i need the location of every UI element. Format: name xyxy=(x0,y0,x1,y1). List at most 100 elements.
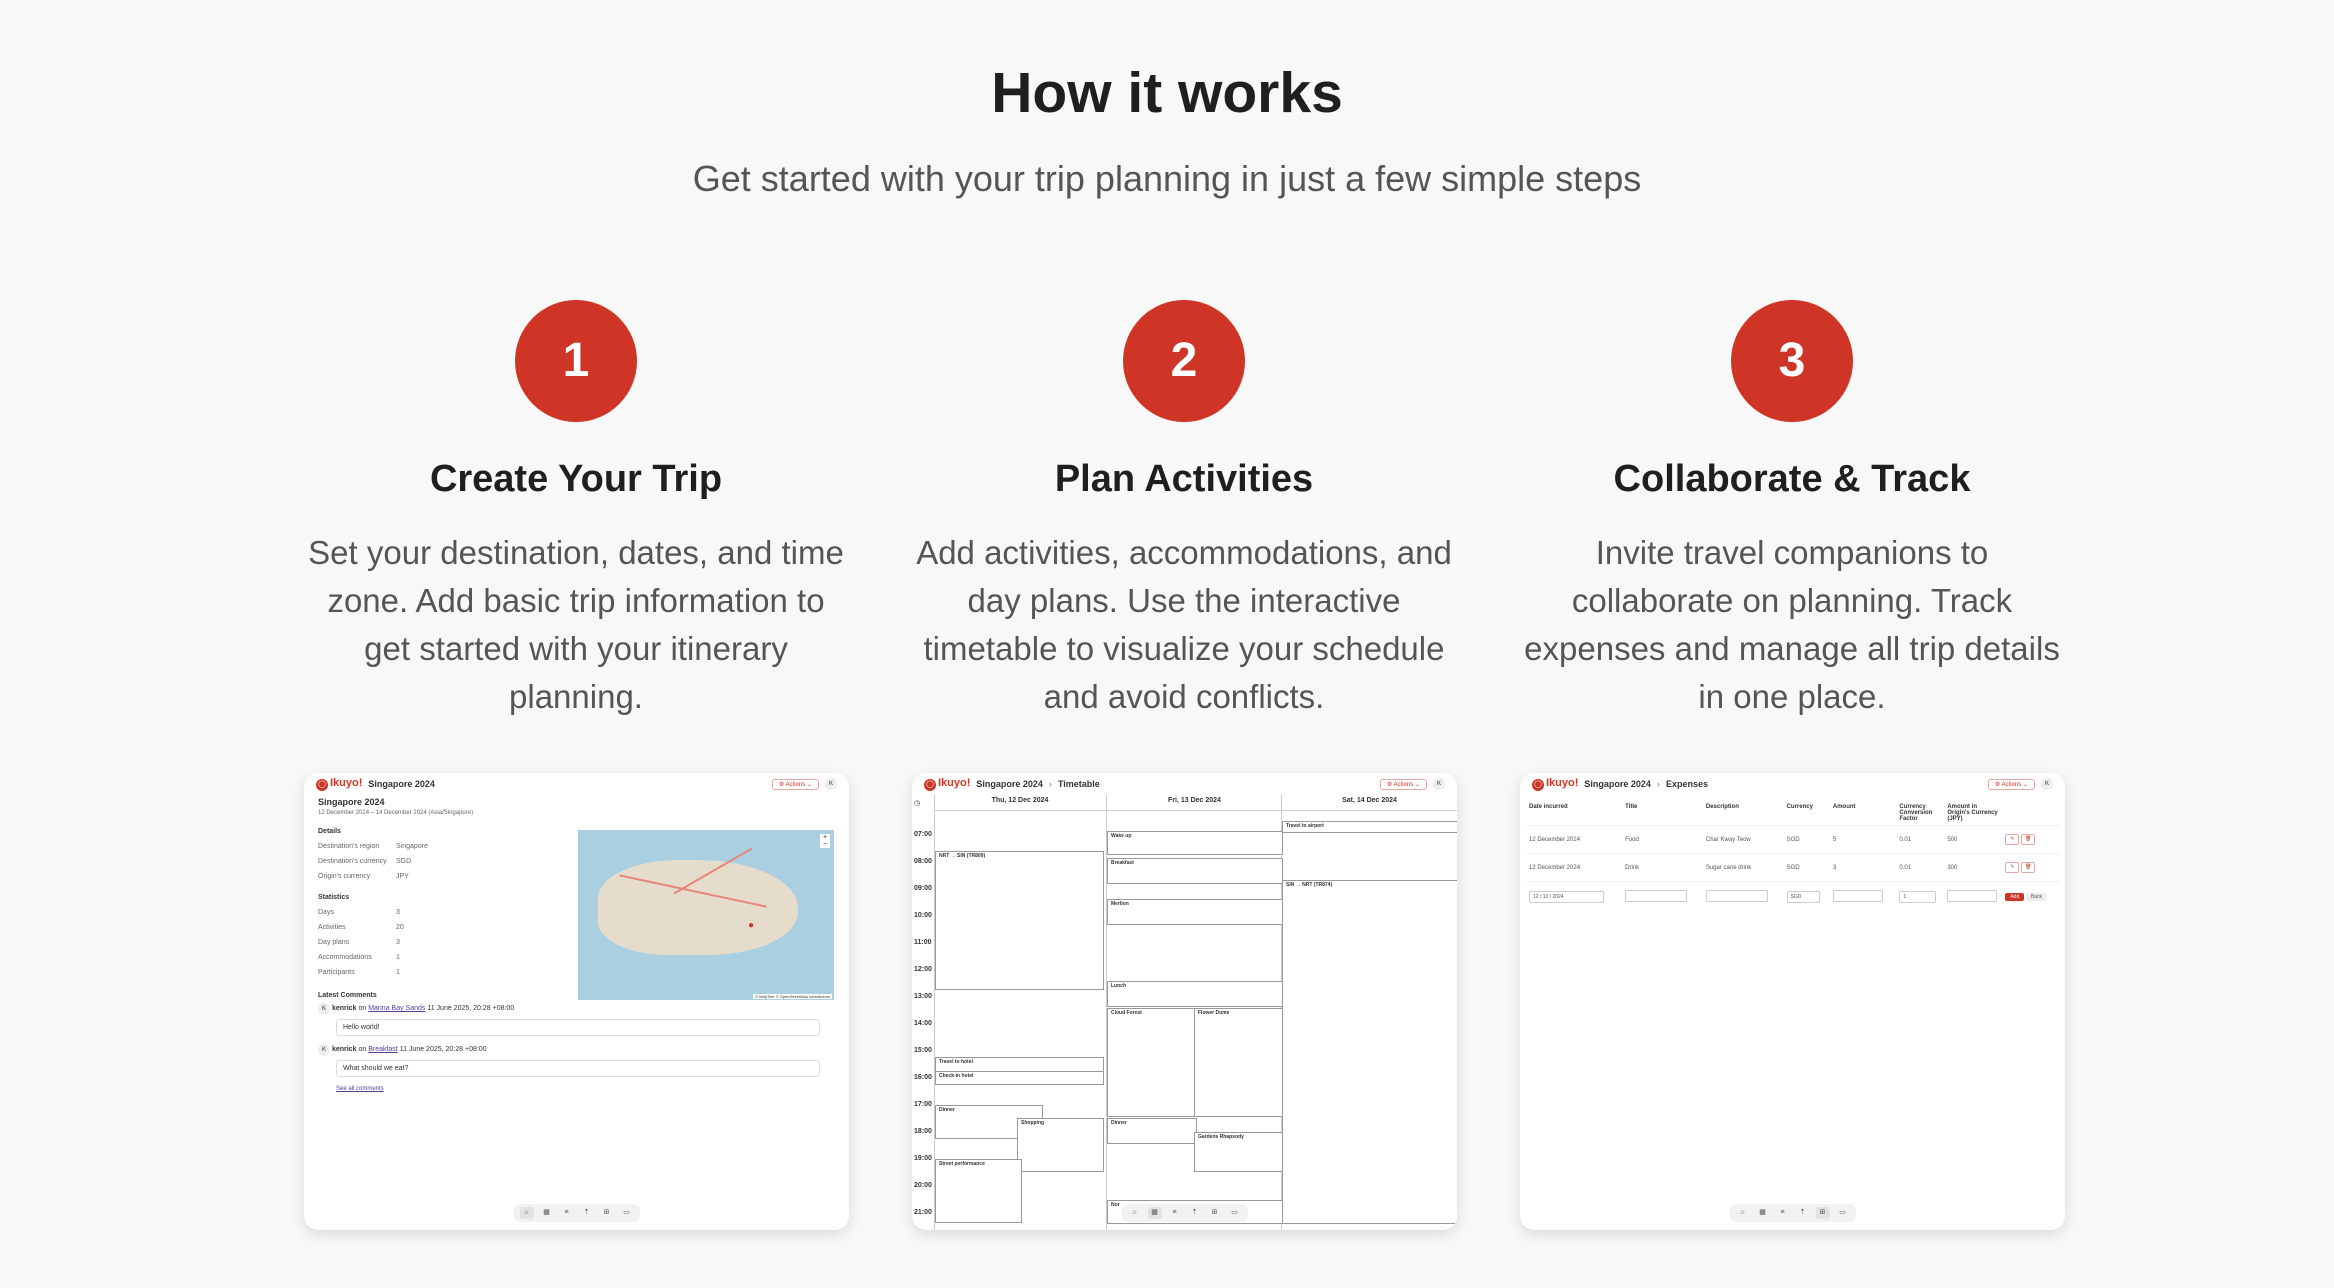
title-input[interactable] xyxy=(1625,890,1688,902)
step-3: 3 Collaborate & Track Invite travel comp… xyxy=(1512,300,2072,721)
avatar[interactable]: K xyxy=(2041,778,2053,790)
actions-button[interactable]: ⚙ Actions ⌄ xyxy=(1987,778,2035,790)
column-header: Title xyxy=(1625,804,1638,810)
activity-block[interactable]: Gardens Rhapsody xyxy=(1194,1132,1283,1172)
delete-icon[interactable]: 🗑 xyxy=(2021,862,2036,873)
trip-map[interactable]: ● + − © MapTiler © OpenStreetMap contribu… xyxy=(578,830,834,1000)
new-expense-row: 12 / 12 / 2024 SGD 1 Add Back xyxy=(1526,881,2059,912)
home-icon[interactable]: ⌂ xyxy=(1128,1207,1142,1219)
comment-author: kenrick xyxy=(331,1046,357,1053)
calendar-icon[interactable]: ▦ xyxy=(1147,1207,1162,1219)
app-header: ◯ Ikuyo! Singapore 2024 ⚙ Actions ⌄ K xyxy=(304,773,849,795)
cell: 12 December 2024 xyxy=(1526,853,1623,882)
screenshot-expenses: ◯ Ikuyo! Singapore 2024 › Expenses ⚙ Acti… xyxy=(1520,773,2065,1230)
edit-icon[interactable]: ✎ xyxy=(2005,862,2020,873)
pin-icon[interactable]: ⇡ xyxy=(580,1207,594,1219)
home-icon[interactable]: ⌂ xyxy=(519,1207,534,1219)
time-label: 13:00 xyxy=(914,993,932,1000)
actions-button[interactable]: ⚙ Actions ⌄ xyxy=(771,778,819,790)
chat-icon[interactable]: ▭ xyxy=(1228,1207,1242,1219)
comment-on: on xyxy=(358,1005,367,1012)
activity-block[interactable]: Breakfast xyxy=(1107,858,1283,884)
map-pin-icon[interactable]: ● xyxy=(748,920,754,931)
app-logo: ◯ Ikuyo! xyxy=(1532,777,1578,791)
map-zoom-controls[interactable]: + − xyxy=(820,834,830,848)
clock-icon: ◷ xyxy=(914,800,921,807)
calendar-icon[interactable]: ▦ xyxy=(540,1207,554,1219)
step-2: 2 Plan Activities Add activities, accomm… xyxy=(904,300,1464,721)
see-all-comments-link[interactable]: See all comments xyxy=(336,1086,384,1092)
table-icon[interactable]: ⊞ xyxy=(1208,1207,1222,1219)
origin-amount-input[interactable] xyxy=(1947,890,1998,902)
activity-block[interactable]: Cloud Forest xyxy=(1107,1008,1197,1117)
edit-icon[interactable]: ✎ xyxy=(2005,834,2020,845)
day-header: Sat, 14 Dec 2024 xyxy=(1342,797,1397,804)
logo-text: Ikuyo! xyxy=(1546,777,1579,789)
page-title: How it works xyxy=(991,61,1343,125)
table-row: 12 December 2024 Drink Sugar cane drink … xyxy=(1526,853,2059,882)
activity-block[interactable]: Wake up xyxy=(1107,831,1283,855)
amount-input[interactable] xyxy=(1832,890,1883,902)
table-icon[interactable]: ⊞ xyxy=(600,1207,614,1219)
activity-block[interactable]: Lunch xyxy=(1107,981,1283,1007)
avatar[interactable]: K xyxy=(825,778,837,790)
add-button[interactable]: Add xyxy=(2005,893,2025,901)
cell: SGD xyxy=(1783,853,1830,882)
chat-icon[interactable]: ▭ xyxy=(1836,1207,1850,1219)
comment-target-link[interactable]: Marina Bay Sands xyxy=(368,1005,425,1012)
row-actions: ✎ 🗑 xyxy=(2002,853,2059,882)
step-description: Add activities, accommodations, and day … xyxy=(916,534,1452,715)
cell: Char Kway Teow xyxy=(1702,825,1784,854)
pin-icon[interactable]: ⇡ xyxy=(1796,1207,1810,1219)
back-button[interactable]: Back xyxy=(2025,893,2048,901)
time-label: 21:00 xyxy=(914,1209,932,1216)
home-icon[interactable]: ⌂ xyxy=(1736,1207,1750,1219)
conversion-factor-input[interactable]: 1 xyxy=(1899,891,1937,903)
logo-mark-icon: ◯ xyxy=(316,779,328,791)
column-header: Amount in Origin's Currency (JPY) xyxy=(1947,804,1998,822)
activity-block[interactable]: Shopping xyxy=(1017,1118,1104,1172)
activity-block[interactable]: SIN → NRT (TR874) xyxy=(1282,880,1457,1224)
table-icon[interactable]: ⊞ xyxy=(1815,1207,1830,1219)
stat-key: Days xyxy=(318,909,334,916)
avatar: K xyxy=(318,1044,330,1056)
activity-block[interactable]: Street performance xyxy=(935,1159,1022,1223)
currency-select[interactable]: SGD xyxy=(1786,891,1820,903)
activity-block[interactable]: Dinner xyxy=(1107,1118,1197,1144)
column-header: Currency Conversion Factor xyxy=(1899,804,1933,822)
stat-key: Accommodations xyxy=(318,954,372,961)
avatar[interactable]: K xyxy=(1433,778,1445,790)
date-input[interactable]: 12 / 12 / 2024 xyxy=(1529,891,1604,903)
description-input[interactable] xyxy=(1705,890,1768,902)
time-label: 17:00 xyxy=(914,1101,932,1108)
actions-label: Actions xyxy=(785,781,806,788)
activity-block[interactable]: Travel to airport xyxy=(1282,821,1457,833)
column-header: Currency xyxy=(1786,804,1813,810)
step-title: Create Your Trip xyxy=(429,458,723,500)
logo-mark-icon: ◯ xyxy=(924,779,936,791)
chat-icon[interactable]: ▭ xyxy=(620,1207,634,1219)
stat-value: 1 xyxy=(396,969,400,976)
logo-text: Ikuyo! xyxy=(938,777,971,789)
pin-icon[interactable]: ⇡ xyxy=(1188,1207,1202,1219)
map-attribution: © MapTiler © OpenStreetMap contributors xyxy=(753,994,832,999)
actions-button[interactable]: ⚙ Actions ⌄ xyxy=(1379,778,1427,790)
list-icon[interactable]: ≡ xyxy=(560,1207,574,1219)
comment-target-link[interactable]: Breakfast xyxy=(368,1046,398,1053)
time-label: 11:00 xyxy=(914,939,932,946)
delete-icon[interactable]: 🗑 xyxy=(2021,834,2036,845)
trip-name: Singapore 2024 xyxy=(1584,779,1651,789)
breadcrumb-separator: › xyxy=(1656,779,1660,789)
list-icon[interactable]: ≡ xyxy=(1168,1207,1182,1219)
calendar-icon[interactable]: ▦ xyxy=(1756,1207,1770,1219)
map-land xyxy=(598,860,798,955)
activity-block[interactable]: Check-in hotel xyxy=(935,1071,1104,1085)
activity-block[interactable]: Flower Dome xyxy=(1194,1008,1283,1117)
table-header-row: Date incurred Title Description Currency… xyxy=(1526,801,2059,826)
step-title: Collaborate & Track xyxy=(1613,458,1971,500)
header-divider xyxy=(934,810,1457,811)
list-icon[interactable]: ≡ xyxy=(1776,1207,1790,1219)
time-label: 12:00 xyxy=(914,966,932,973)
activity-block[interactable]: Merlion xyxy=(1107,899,1283,925)
activity-block[interactable]: NRT → SIN (TR809) xyxy=(935,851,1104,990)
